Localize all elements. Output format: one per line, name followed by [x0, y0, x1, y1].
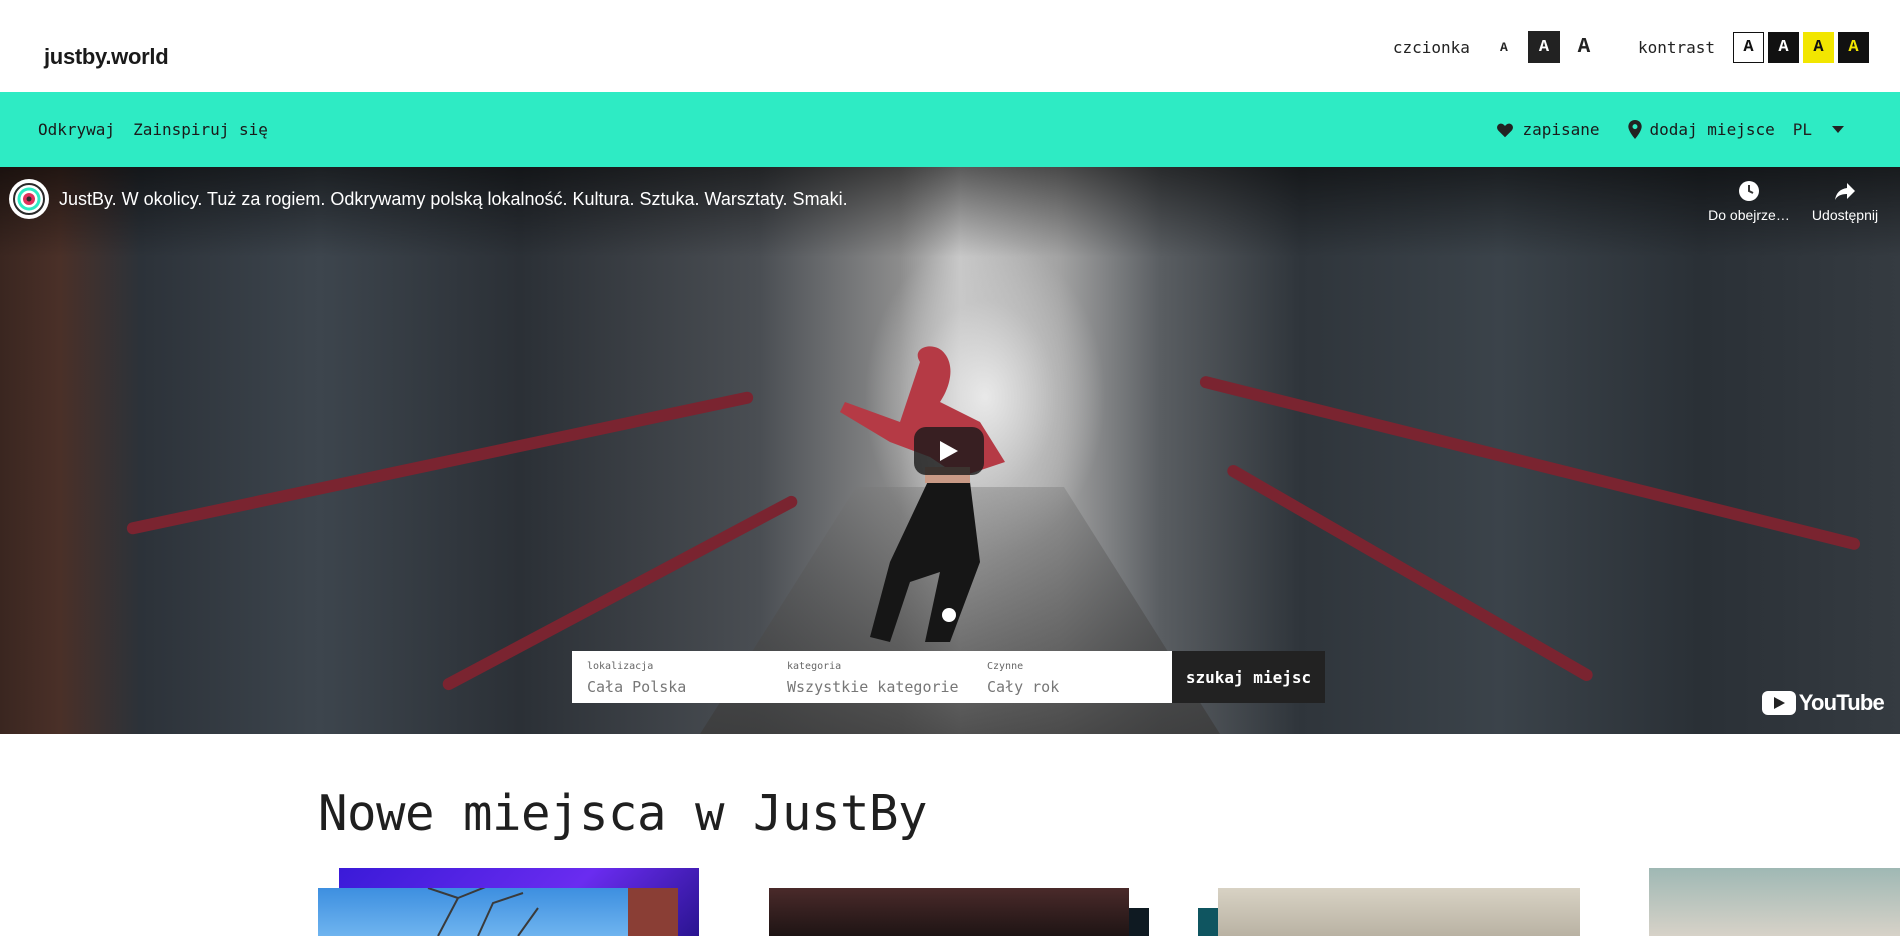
video-frame-figure	[840, 346, 1005, 642]
category-field[interactable]: kategoria Wszystkie kategorie	[772, 651, 972, 703]
place-card-image[interactable]	[1218, 888, 1580, 936]
channel-logo-icon	[13, 183, 45, 215]
search-bar: lokalizacja Cała Polska kategoria Wszyst…	[572, 651, 1325, 703]
nav-link-discover[interactable]: Odkrywaj	[38, 120, 115, 139]
open-period-field[interactable]: Czynne Cały rok	[972, 651, 1172, 703]
youtube-wordmark: YouTube	[1798, 690, 1885, 715]
site-logo[interactable]: justby.world	[44, 44, 169, 70]
language-value: PL	[1792, 120, 1812, 139]
location-field[interactable]: lokalizacja Cała Polska	[572, 651, 772, 703]
add-place-link[interactable]: dodaj miejsce	[1627, 120, 1775, 139]
youtube-play-icon	[1761, 691, 1796, 715]
heart-icon	[1497, 123, 1514, 137]
language-select[interactable]: PL	[1793, 120, 1844, 139]
section-title: Nowe miejsca w JustBy	[318, 785, 928, 842]
share-button[interactable]: Udostępnij	[1800, 179, 1890, 223]
place-card-image[interactable]	[769, 888, 1129, 936]
video-top-overlay	[0, 167, 1900, 257]
font-size-label: czcionka	[1392, 37, 1470, 57]
main-nav: Odkrywaj Zainspiruj się zapisane dodaj m…	[0, 92, 1900, 167]
share-icon	[1835, 183, 1855, 200]
font-size-large-button[interactable]: A	[1568, 31, 1600, 63]
channel-avatar[interactable]	[9, 179, 49, 219]
site-header: justby.world czcionka A A A kontrast A A…	[0, 0, 1900, 92]
play-icon	[940, 441, 958, 461]
tree-branches-icon	[427, 888, 678, 936]
open-period-value: Cały rok	[987, 678, 1060, 696]
video-frame-rail	[125, 390, 755, 536]
watch-later-button[interactable]: Do obejrze…	[1704, 179, 1794, 223]
place-card-image[interactable]	[1649, 868, 1900, 936]
contrast-label: kontrast	[1637, 37, 1715, 57]
contrast-default-button[interactable]: A	[1733, 31, 1764, 63]
chevron-down-icon	[1832, 125, 1844, 133]
map-pin-icon	[1627, 120, 1642, 139]
location-value: Cała Polska	[587, 678, 687, 696]
play-button[interactable]	[914, 427, 984, 475]
accessibility-controls: czcionka A A A kontrast A A A A	[1393, 30, 1869, 64]
contrast-dark-button[interactable]: A	[1768, 31, 1799, 63]
video-frame-rail	[1198, 374, 1862, 552]
nav-link-inspire[interactable]: Zainspiruj się	[133, 120, 268, 139]
category-value: Wszystkie kategorie	[787, 678, 959, 696]
search-places-button[interactable]: szukaj miejsc	[1172, 651, 1325, 703]
saved-label: zapisane	[1522, 120, 1600, 139]
add-place-label: dodaj miejsce	[1649, 120, 1775, 139]
category-caption: kategoria	[787, 661, 842, 672]
hero-video[interactable]: JustBy. W okolicy. Tuż za rogiem. Odkryw…	[0, 167, 1900, 734]
share-label: Udostępnij	[1811, 207, 1879, 223]
saved-link[interactable]: zapisane	[1496, 120, 1600, 139]
font-size-small-button[interactable]: A	[1488, 31, 1520, 63]
place-card-image[interactable]	[1129, 908, 1149, 936]
font-size-medium-button[interactable]: A	[1527, 31, 1560, 63]
video-title[interactable]: JustBy. W okolicy. Tuż za rogiem. Odkryw…	[59, 189, 848, 210]
clock-icon	[1739, 181, 1759, 201]
watch-later-label: Do obejrze…	[1708, 207, 1790, 223]
place-card-image[interactable]	[318, 888, 678, 936]
open-period-caption: Czynne	[987, 661, 1024, 672]
contrast-yellow-button[interactable]: A	[1803, 31, 1834, 63]
youtube-logo[interactable]: YouTube	[1761, 690, 1885, 716]
contrast-black-yellow-button[interactable]: A	[1838, 31, 1869, 63]
carousel-dot[interactable]	[942, 608, 956, 622]
location-caption: lokalizacja	[587, 661, 654, 672]
